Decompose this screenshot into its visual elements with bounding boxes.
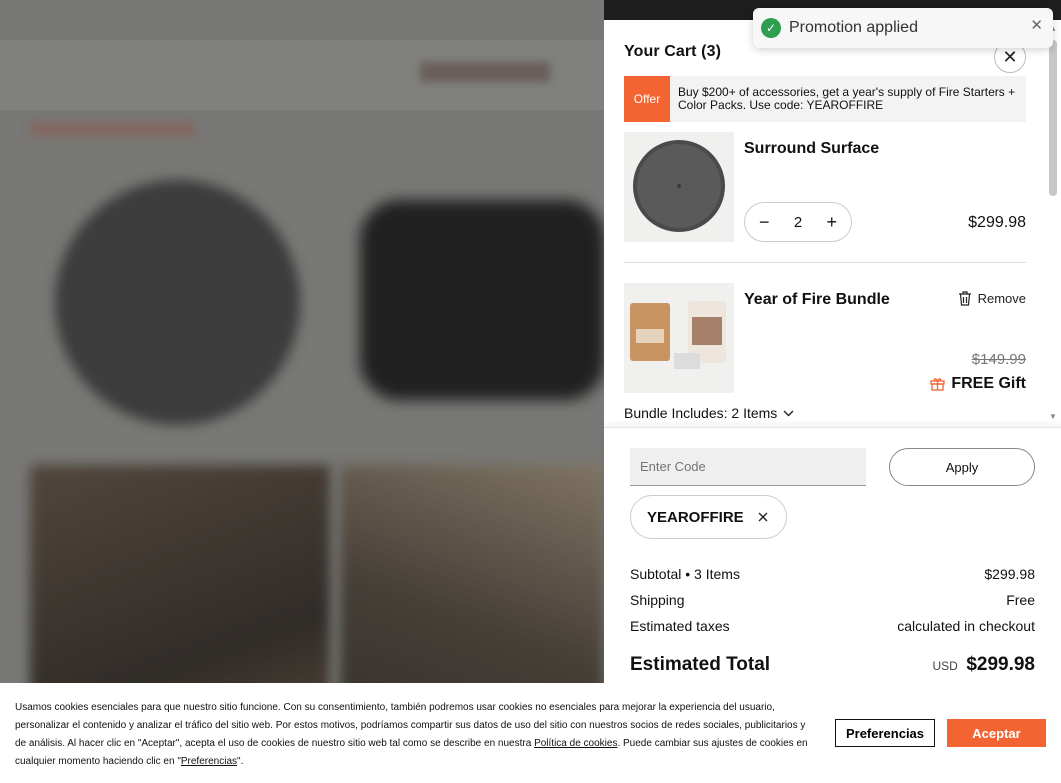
cookie-policy-link[interactable]: Política de cookies bbox=[534, 738, 617, 749]
shipping-label: Shipping bbox=[630, 592, 685, 608]
total-row: Estimated Total USD $299.98 bbox=[630, 654, 1035, 676]
scroll-down-arrow-icon[interactable]: ▼ bbox=[1049, 412, 1057, 421]
cart-item: Year of Fire Bundle Remove $149.99 FREE … bbox=[624, 283, 1026, 393]
taxes-row: Estimated taxes calculated in checkout bbox=[630, 618, 1035, 634]
subtotal-label: Subtotal • 3 Items bbox=[630, 566, 740, 582]
cookie-text-part3: ". bbox=[237, 756, 244, 767]
currency-code: USD bbox=[932, 659, 958, 673]
shipping-row: Shipping Free bbox=[630, 592, 1035, 608]
page-background bbox=[0, 0, 604, 783]
offer-text: Buy $200+ of accessories, get a year's s… bbox=[678, 85, 1016, 112]
preferences-button[interactable]: Preferencias bbox=[835, 719, 935, 747]
cart-scrollbar-thumb[interactable] bbox=[1049, 40, 1057, 196]
year-of-fire-bundle-image bbox=[630, 301, 726, 369]
item-name[interactable]: Year of Fire Bundle bbox=[744, 291, 890, 309]
promotion-toast: ✓ Promotion applied ✕ bbox=[753, 8, 1053, 48]
subtotal-value: $299.98 bbox=[984, 566, 1035, 582]
plus-button[interactable]: + bbox=[826, 212, 837, 233]
gift-icon bbox=[930, 378, 945, 391]
remove-button[interactable]: Remove bbox=[958, 291, 1026, 306]
taxes-value: calculated in checkout bbox=[897, 618, 1035, 634]
remove-label: Remove bbox=[977, 291, 1026, 306]
cart-title: Your Cart (3) bbox=[624, 43, 722, 60]
chevron-down-icon bbox=[783, 410, 794, 416]
promo-code-input[interactable] bbox=[630, 448, 866, 486]
cookie-banner: Usamos cookies esenciales para que nuest… bbox=[0, 683, 1061, 783]
shipping-value: Free bbox=[1006, 592, 1035, 608]
offer-tag: Offer bbox=[624, 76, 670, 122]
item-divider bbox=[624, 262, 1026, 263]
cart-item: Surround Surface − 2 + $299.98 bbox=[624, 132, 1026, 242]
subtotal-row: Subtotal • 3 Items $299.98 bbox=[630, 566, 1035, 582]
item-price: $299.98 bbox=[968, 214, 1026, 231]
offer-banner: Offer Buy $200+ of accessories, get a ye… bbox=[624, 76, 1026, 122]
item-name[interactable]: Surround Surface bbox=[744, 140, 879, 158]
toast-message: Promotion applied bbox=[789, 19, 918, 36]
quantity-value: 2 bbox=[793, 213, 803, 231]
free-gift-label: FREE Gift bbox=[930, 375, 1026, 393]
applied-code-chip: YEAROFFIRE bbox=[630, 495, 787, 539]
apply-code-button[interactable]: Apply bbox=[889, 448, 1035, 486]
check-circle-icon: ✓ bbox=[761, 18, 781, 38]
remove-code-icon[interactable] bbox=[758, 512, 768, 522]
trash-icon bbox=[958, 291, 971, 306]
minus-button[interactable]: − bbox=[759, 212, 770, 233]
applied-code-label: YEAROFFIRE bbox=[647, 508, 744, 526]
bundle-includes-toggle[interactable]: Bundle Includes: 2 Items bbox=[624, 405, 794, 421]
product-thumbnail[interactable] bbox=[624, 283, 734, 393]
order-summary: Apply YEAROFFIRE Subtotal • 3 Items $299… bbox=[604, 427, 1061, 687]
taxes-label: Estimated taxes bbox=[630, 618, 730, 634]
original-price: $149.99 bbox=[971, 351, 1026, 368]
product-thumbnail[interactable] bbox=[624, 132, 734, 242]
overlay-dim[interactable] bbox=[0, 0, 604, 783]
close-toast-icon[interactable]: ✕ bbox=[1030, 16, 1043, 34]
cookie-text: Usamos cookies esenciales para que nuest… bbox=[15, 699, 815, 771]
accept-cookies-button[interactable]: Aceptar bbox=[947, 719, 1046, 747]
total-label: Estimated Total bbox=[630, 654, 771, 675]
bundle-includes-label: Bundle Includes: 2 Items bbox=[624, 405, 778, 421]
free-gift-text: FREE Gift bbox=[951, 375, 1026, 392]
close-icon: ✕ bbox=[1002, 46, 1018, 67]
quantity-stepper: − 2 + bbox=[744, 202, 852, 242]
total-value: $299.98 bbox=[966, 654, 1035, 675]
preferences-link[interactable]: Preferencias bbox=[181, 756, 237, 767]
surround-surface-image bbox=[633, 140, 725, 232]
